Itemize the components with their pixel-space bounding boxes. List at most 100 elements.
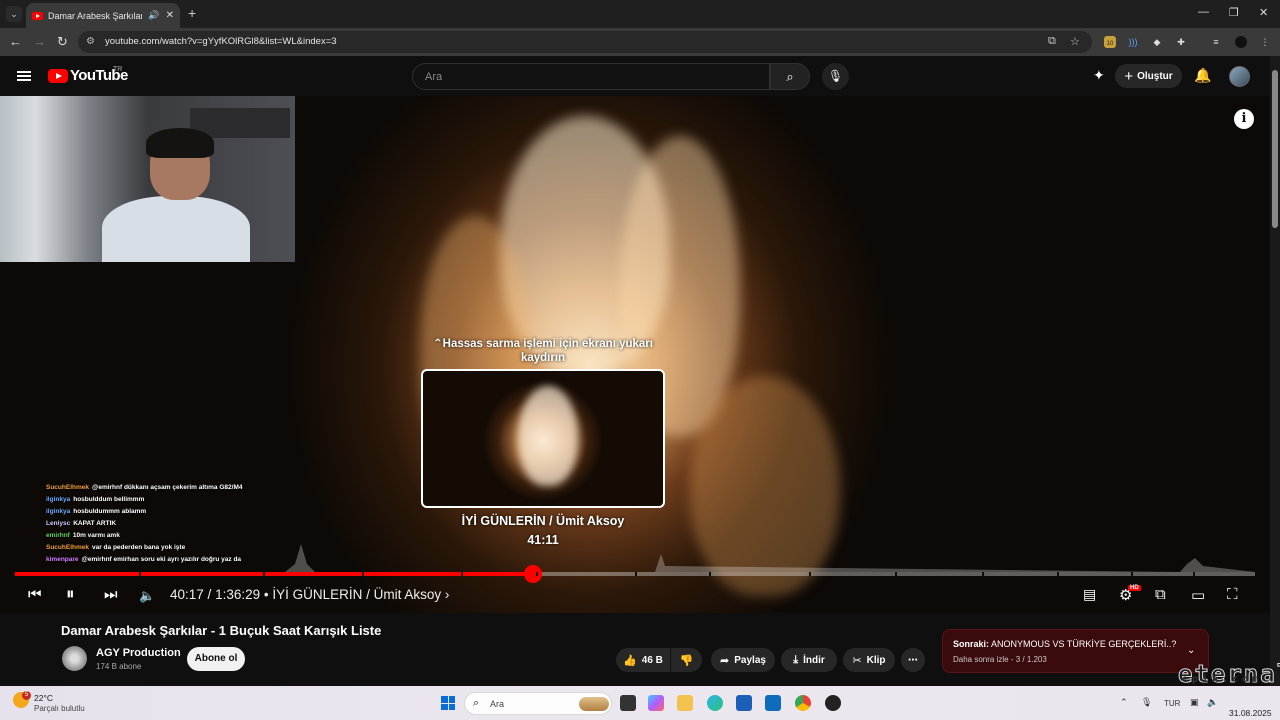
address-bar[interactable]: ⚙ youtube.com/watch?v=gYyfKOlRGl8&list=W… bbox=[78, 31, 1092, 53]
weather-alert-badge: 5 bbox=[22, 691, 31, 700]
up-next-card[interactable]: Sonraki: ANONYMOUS VS TÜRKİYE GERÇEKLERİ… bbox=[942, 629, 1209, 673]
temperature[interactable]: 22°C bbox=[34, 693, 53, 703]
chat-message: ilginkya hosbuldummm ablamm bbox=[46, 506, 306, 518]
youtube-logo-icon[interactable] bbox=[48, 69, 68, 83]
chapter-label[interactable]: • İYİ GÜNLERİN / Ümit Aksoy bbox=[264, 587, 441, 602]
channel-avatar[interactable] bbox=[62, 646, 87, 671]
speaker-icon[interactable]: 🔊 bbox=[148, 10, 159, 21]
hd-badge: HD bbox=[1128, 585, 1141, 591]
browser-tab[interactable]: Damar Arabesk Şarkılar - 1 🔊 ✕ bbox=[26, 3, 180, 28]
chevron-down-icon[interactable]: ⌄ bbox=[1187, 645, 1195, 656]
task-view-icon[interactable] bbox=[620, 695, 636, 711]
info-icon[interactable]: i bbox=[1234, 109, 1254, 129]
network-icon[interactable]: ▣ bbox=[1190, 697, 1199, 708]
subtitles-icon[interactable]: ▤ bbox=[1083, 586, 1096, 603]
hamburger-menu-icon[interactable] bbox=[17, 71, 31, 81]
language-indicator[interactable]: TUR bbox=[1164, 699, 1180, 708]
back-icon[interactable]: ← bbox=[9, 34, 22, 49]
scissors-icon: ✂ bbox=[852, 654, 862, 667]
fullscreen-icon[interactable]: ⛶ bbox=[1227, 586, 1238, 603]
miniplayer-icon[interactable]: ⧉ bbox=[1155, 586, 1166, 603]
outlook-icon[interactable] bbox=[765, 695, 781, 711]
chrome-icon[interactable] bbox=[795, 695, 811, 711]
chapter-marker bbox=[139, 572, 141, 576]
volume-tray-icon[interactable]: 🔈 bbox=[1207, 697, 1218, 708]
previous-icon[interactable]: ⏮ bbox=[28, 586, 42, 603]
clip-button[interactable]: ✂ Klip bbox=[843, 648, 895, 672]
studio-icon[interactable]: ✦ bbox=[1093, 67, 1105, 84]
url-text[interactable]: youtube.com/watch?v=gYyfKOlRGl8&list=WL&… bbox=[105, 36, 337, 47]
thumbs-down-icon: 👎 bbox=[679, 654, 694, 667]
volume-icon[interactable]: 🔈 bbox=[139, 588, 155, 604]
puzzle-extensions-icon[interactable]: ✚ bbox=[1175, 36, 1187, 48]
store-icon[interactable] bbox=[736, 695, 752, 711]
page-scrollbar[interactable] bbox=[1270, 56, 1280, 686]
up-next-playlist: Daha sonra izle - 3 / 1.203 bbox=[953, 655, 1047, 664]
preview-chapter-title: İYİ GÜNLERİN / Ümit Aksoy bbox=[461, 514, 625, 528]
streamer-webcam bbox=[0, 96, 295, 262]
weather-condition[interactable]: Parçalı bulutlu bbox=[34, 704, 85, 713]
pause-icon[interactable]: ⏸ bbox=[66, 584, 75, 604]
next-icon[interactable]: ⏭ bbox=[104, 586, 118, 603]
extension-icon[interactable]: 10 bbox=[1104, 36, 1116, 48]
taskbar-clock[interactable]: 31.08.2025 bbox=[1229, 692, 1272, 718]
microphone-icon[interactable]: 🎙 bbox=[1141, 697, 1152, 708]
chapter-marker bbox=[635, 572, 637, 576]
tab-search-button[interactable]: ⌄ bbox=[6, 6, 22, 22]
subscribe-button[interactable]: Abone ol bbox=[187, 647, 245, 671]
new-tab-button[interactable]: + bbox=[188, 5, 196, 21]
dislike-button[interactable]: 👎 bbox=[671, 648, 702, 672]
copilot-icon[interactable] bbox=[648, 695, 664, 711]
chat-username: ilginkya bbox=[46, 508, 71, 515]
chapter-marker bbox=[982, 572, 985, 576]
obs-icon[interactable] bbox=[825, 695, 841, 711]
edge-browser-icon[interactable] bbox=[707, 695, 723, 711]
tray-overflow-icon[interactable]: ⌃ bbox=[1120, 697, 1128, 708]
video-player[interactable]: i ⌃Hassas sarma işlemi için ekranı yukar… bbox=[0, 96, 1270, 613]
kebab-menu-icon[interactable]: ⋮ bbox=[1259, 36, 1271, 48]
clip-label: Klip bbox=[866, 654, 886, 666]
minimize-icon[interactable]: — bbox=[1198, 6, 1209, 18]
file-explorer-icon[interactable] bbox=[677, 695, 693, 711]
scrollbar-thumb[interactable] bbox=[1272, 70, 1278, 228]
restore-icon[interactable]: ❐ bbox=[1229, 6, 1239, 19]
scrubber-handle[interactable] bbox=[524, 565, 543, 583]
progress-bar[interactable] bbox=[15, 565, 1255, 583]
chapter-marker bbox=[461, 572, 464, 576]
site-info-icon[interactable]: ⚙ bbox=[86, 36, 95, 47]
chapter-marker bbox=[1193, 572, 1195, 576]
create-button[interactable]: + Oluştur bbox=[1115, 64, 1182, 88]
reading-list-icon[interactable]: ≡ bbox=[1210, 36, 1222, 48]
chat-text: KAPAT ARTIK bbox=[73, 520, 117, 527]
forward-icon[interactable]: → bbox=[33, 34, 46, 49]
up-next-title: ANONYMOUS VS TÜRKİYE GERÇEKLERİ..? bbox=[991, 639, 1177, 649]
search-button[interactable]: ⌕ bbox=[770, 63, 810, 90]
chapter-marker bbox=[1131, 572, 1133, 576]
reload-icon[interactable]: ↻ bbox=[57, 34, 68, 50]
chat-message: SucuhElhmek @emirhnf dükkanı açsam çekeri… bbox=[46, 482, 306, 494]
create-label: Oluştur bbox=[1137, 70, 1173, 82]
share-button[interactable]: ➦ Paylaş bbox=[711, 648, 775, 672]
taskbar-search-input[interactable]: ⌕ Ara bbox=[464, 692, 612, 715]
date: 31.08.2025 bbox=[1229, 708, 1272, 718]
chevron-down-icon: ⌄ bbox=[10, 8, 18, 19]
chevron-right-icon[interactable]: › bbox=[445, 587, 450, 602]
download-button[interactable]: ⤓ İndir bbox=[781, 648, 837, 672]
like-button[interactable]: 👍 46 B bbox=[616, 648, 670, 672]
up-next-line: Sonraki: ANONYMOUS VS TÜRKİYE GERÇEKLERİ… bbox=[953, 639, 1176, 649]
notifications-bell-icon[interactable]: 🔔 bbox=[1194, 67, 1211, 84]
bookmark-star-icon[interactable]: ☆ bbox=[1070, 35, 1080, 48]
translate-extension-icon[interactable]: ))) bbox=[1127, 36, 1139, 48]
install-app-icon[interactable]: ⧉ bbox=[1048, 35, 1056, 48]
voice-search-icon[interactable]: 🎙 bbox=[822, 63, 849, 90]
search-input[interactable]: Ara bbox=[412, 63, 770, 90]
theater-mode-icon[interactable]: ▭ bbox=[1191, 586, 1205, 604]
close-window-icon[interactable]: ✕ bbox=[1259, 6, 1268, 19]
close-tab-icon[interactable]: ✕ bbox=[166, 10, 174, 21]
diamond-extension-icon[interactable]: ◆ bbox=[1151, 36, 1163, 48]
channel-name[interactable]: AGY Production bbox=[96, 647, 181, 659]
windows-start-icon[interactable] bbox=[441, 696, 455, 710]
profile-icon[interactable] bbox=[1235, 36, 1247, 48]
more-actions-button[interactable]: ⋯ bbox=[901, 648, 925, 672]
account-avatar[interactable] bbox=[1229, 66, 1250, 87]
